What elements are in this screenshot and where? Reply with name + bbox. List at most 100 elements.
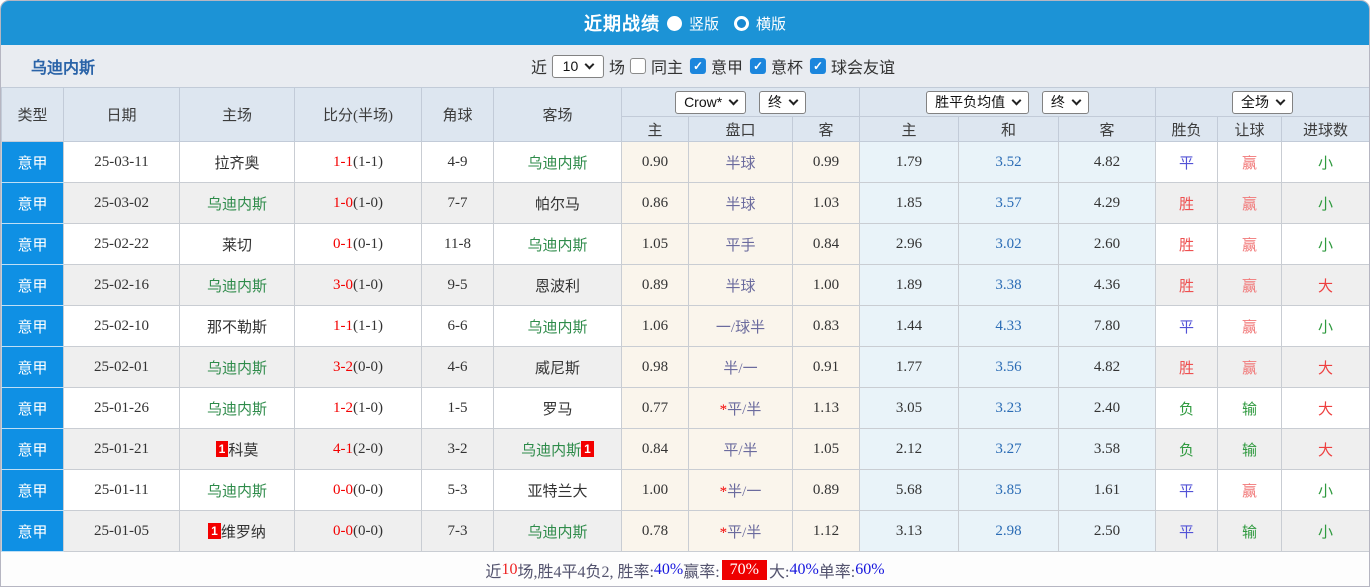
summary-segment: 大: xyxy=(769,564,790,581)
col-header-eu-away: 客 xyxy=(1058,116,1157,142)
ah-home-odds-cell: 0.86 xyxy=(621,182,689,224)
eu-away-odds-cell: 4.36 xyxy=(1058,264,1157,306)
ah-home-odds-cell: 1.00 xyxy=(621,469,689,511)
col-header-goals: 进球数 xyxy=(1281,116,1369,142)
halftime-score: (1-0) xyxy=(353,276,383,293)
corner-cell: 7-7 xyxy=(421,182,494,224)
fulltime-score: 0-1 xyxy=(333,235,353,252)
eu-away-odds-cell: 4.82 xyxy=(1058,141,1157,183)
result-cell: 平 xyxy=(1155,305,1219,347)
same-home-checkbox[interactable] xyxy=(629,58,646,74)
col-header-result: 胜负 xyxy=(1155,116,1219,142)
result-cell: 平 xyxy=(1155,469,1219,511)
away-team-cell: 乌迪内斯 xyxy=(493,510,622,552)
eu-away-odds-cell: 2.60 xyxy=(1058,223,1157,265)
halftime-score: (1-1) xyxy=(353,317,383,334)
ah-away-odds-cell: 1.05 xyxy=(791,428,861,470)
handicap-result-cell: 赢 xyxy=(1217,305,1283,347)
ah-away-odds-cell: 1.03 xyxy=(791,182,861,224)
ah-line-cell: 半/一 xyxy=(688,346,793,388)
eu-home-odds-cell: 5.68 xyxy=(859,469,960,511)
result-cell: 负 xyxy=(1155,387,1219,429)
handicap-result-cell: 输 xyxy=(1217,428,1283,470)
eu-home-odds-cell: 1.89 xyxy=(859,264,960,306)
halftime-score: (0-0) xyxy=(353,522,383,539)
team-name-text: 罗马 xyxy=(542,401,573,418)
handicap-time-value: 终 xyxy=(767,94,782,110)
horizontal-layout-label[interactable]: 横版 xyxy=(756,13,786,34)
italy-cup-label[interactable]: 意杯 xyxy=(771,54,803,78)
handicap-result-cell: 赢 xyxy=(1217,264,1283,306)
eu-home-odds-cell: 1.44 xyxy=(859,305,960,347)
club-friendly-checkbox[interactable]: ✓ xyxy=(810,58,827,74)
ah-home-odds-cell: 1.06 xyxy=(621,305,689,347)
ah-line-cell: 一/球半 xyxy=(688,305,793,347)
ah-away-odds-cell: 0.91 xyxy=(791,346,861,388)
bookmaker-select[interactable]: Crow* xyxy=(675,90,747,114)
score-cell: 4-1(2-0) xyxy=(294,428,422,470)
handicap-result-cell: 输 xyxy=(1217,510,1283,552)
ah-line-cell: 平/半 xyxy=(688,428,793,470)
home-team-cell: 乌迪内斯 xyxy=(179,346,295,388)
eu-draw-odds-cell: 3.52 xyxy=(958,141,1060,183)
league-cell: 意甲 xyxy=(1,428,64,470)
ah-home-odds-cell: 0.89 xyxy=(621,264,689,306)
fulltime-score: 0-0 xyxy=(333,481,353,498)
ah-line-cell: 半球 xyxy=(688,182,793,224)
away-team-cell: 威尼斯 xyxy=(493,346,622,388)
col-header-eu-draw: 和 xyxy=(958,116,1060,142)
ah-line-cell: 半球 xyxy=(688,264,793,306)
match-row: 意甲 25-01-21 1 科莫 4-1(2-0) 3-2 乌迪内斯 1 0.84 … xyxy=(1,428,1369,470)
fulltime-score: 1-1 xyxy=(333,153,353,170)
recent-count-select[interactable]: 10 xyxy=(551,54,604,78)
summary-segment: 10 xyxy=(501,561,518,578)
ah-line-cell: *半/一 xyxy=(688,469,793,511)
same-home-label[interactable]: 同主 xyxy=(651,54,683,78)
ah-away-odds-cell: 0.89 xyxy=(791,469,861,511)
ah-home-odds-cell: 0.77 xyxy=(621,387,689,429)
result-cell: 胜 xyxy=(1155,264,1219,306)
vertical-layout-radio[interactable] xyxy=(666,15,682,31)
eu-draw-odds-cell: 4.33 xyxy=(958,305,1060,347)
eu-home-odds-cell: 3.05 xyxy=(859,387,960,429)
team-name-text: 恩波利 xyxy=(534,278,580,295)
ah-line-cell: 半球 xyxy=(688,141,793,183)
summary-segment: 单率: xyxy=(818,564,856,581)
recent-results-widget: 近期战绩 竖版 横版 乌迪内斯 近 10 场 同主 ✓ 意甲 ✓ 意杯 ✓ 球会… xyxy=(0,0,1370,587)
scope-select[interactable]: 全场 xyxy=(1232,90,1294,114)
goals-cell: 小 xyxy=(1281,510,1369,552)
home-team-cell: 那不勒斯 xyxy=(179,305,295,347)
corner-cell: 1-5 xyxy=(421,387,494,429)
handicap-line-text: 一/球半 xyxy=(715,319,766,336)
fulltime-score: 3-0 xyxy=(333,276,353,293)
col-header-corner: 角球 xyxy=(421,87,494,142)
result-cell: 平 xyxy=(1155,510,1219,552)
handicap-line-text: 半/一 xyxy=(723,360,758,377)
serie-a-label[interactable]: 意甲 xyxy=(711,54,743,78)
match-row: 意甲 25-01-26 乌迪内斯 1-2(1-0) 1-5 罗马 0.77 *平… xyxy=(1,387,1369,429)
corner-cell: 4-9 xyxy=(421,141,494,183)
odds-time-select[interactable]: 终 xyxy=(1041,90,1089,114)
league-cell: 意甲 xyxy=(1,346,64,388)
ah-away-odds-cell: 0.84 xyxy=(791,223,861,265)
eu-draw-odds-cell: 3.27 xyxy=(958,428,1060,470)
eu-draw-odds-cell: 3.56 xyxy=(958,346,1060,388)
league-cell: 意甲 xyxy=(1,223,64,265)
italy-cup-checkbox[interactable]: ✓ xyxy=(750,58,767,74)
club-friendly-label[interactable]: 球会友谊 xyxy=(831,54,895,78)
odds-source-select[interactable]: 胜平负均值 xyxy=(926,90,1030,114)
match-row: 意甲 25-02-22 莱切 0-1(0-1) 11-8 乌迪内斯 1.05 平… xyxy=(1,223,1369,265)
date-cell: 25-03-02 xyxy=(63,182,180,224)
league-cell: 意甲 xyxy=(1,264,64,306)
red-card-badge: 1 xyxy=(581,440,594,457)
handicap-result-cell: 赢 xyxy=(1217,223,1283,265)
result-cell: 胜 xyxy=(1155,182,1219,224)
vertical-layout-label[interactable]: 竖版 xyxy=(689,13,719,34)
results-table: 类型 日期 主场 比分(半场) 角球 客场 Crow* 终 胜平负均值 终 全场… xyxy=(1,87,1369,552)
eu-away-odds-cell: 4.29 xyxy=(1058,182,1157,224)
horizontal-layout-radio[interactable] xyxy=(734,15,749,31)
serie-a-checkbox[interactable]: ✓ xyxy=(690,58,706,74)
ah-home-odds-cell: 0.98 xyxy=(621,346,689,388)
score-cell: 0-0(0-0) xyxy=(294,469,422,511)
handicap-time-select[interactable]: 终 xyxy=(758,90,806,114)
